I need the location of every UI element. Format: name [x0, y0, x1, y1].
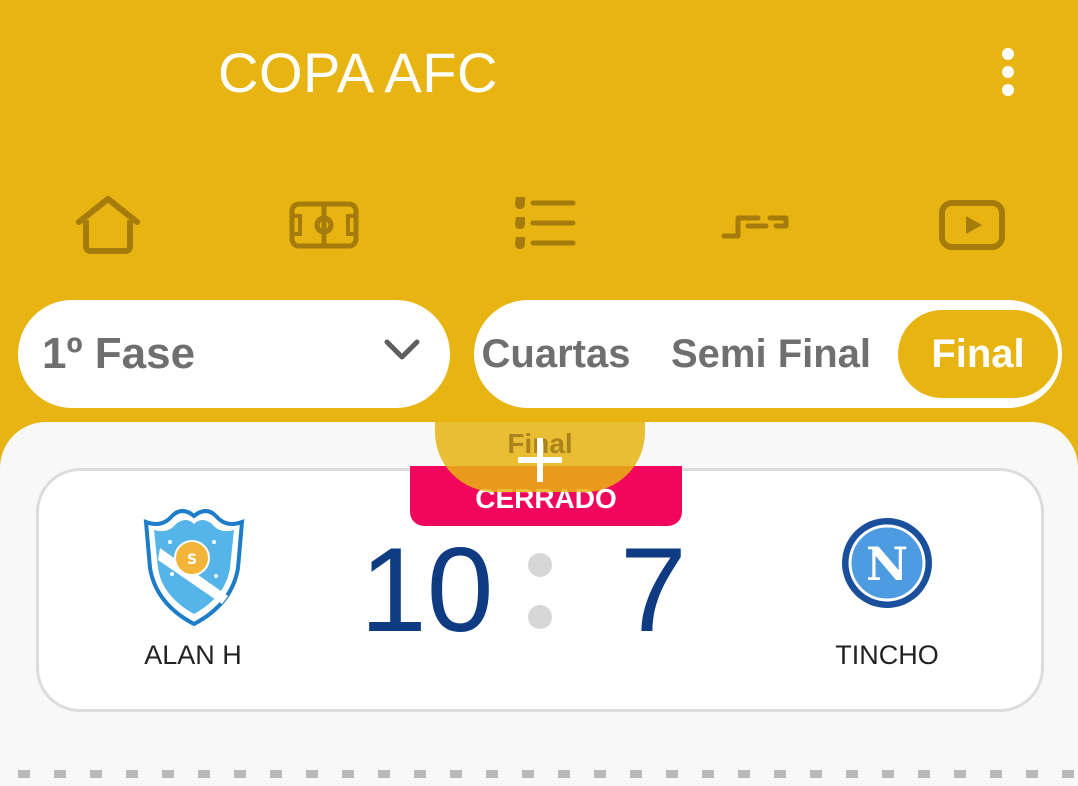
nav-bracket-button[interactable]: [716, 185, 796, 265]
club-crest-icon: S: [143, 509, 245, 626]
app-screen: COPA AFC 1º Fase Cuartas Semi Final Fina…: [0, 0, 1078, 786]
app-title: COPA AFC: [218, 41, 498, 104]
nav-bar: [0, 185, 1078, 265]
plus-icon[interactable]: [516, 436, 564, 484]
more-vertical-icon-dot: [1002, 66, 1014, 78]
home-score: 10: [360, 523, 494, 657]
stage-tabs: Cuartas Semi Final Final: [474, 300, 1062, 408]
ranking-list-icon: [515, 197, 576, 249]
phase-dropdown-value: 1º Fase: [42, 329, 196, 378]
away-score: 7: [620, 523, 687, 657]
svg-text:S: S: [187, 552, 197, 568]
tab-semi-final[interactable]: Semi Final: [666, 300, 876, 408]
home-icon: [76, 196, 140, 254]
phase-dropdown[interactable]: 1º Fase: [18, 300, 450, 408]
away-team-name: TINCHO: [835, 640, 939, 670]
bracket-icon: [721, 215, 789, 239]
tab-cuartas[interactable]: Cuartas: [474, 300, 638, 408]
soccer-field-icon: [289, 201, 359, 249]
nav-videos-button[interactable]: [932, 185, 1012, 265]
more-vertical-icon-dot: [1002, 84, 1014, 96]
svg-text:N: N: [866, 537, 908, 591]
more-vertical-icon: [1002, 48, 1014, 60]
home-team-name: ALAN H: [144, 640, 242, 670]
nav-matches-button[interactable]: [284, 185, 364, 265]
tab-final[interactable]: Final: [898, 310, 1058, 398]
separator-dot: [528, 605, 552, 629]
napoli-crest-icon: N: [842, 518, 932, 608]
separator-dot: [528, 553, 552, 577]
video-play-icon: [939, 200, 1005, 250]
nav-standings-button[interactable]: [502, 185, 582, 265]
more-options-button[interactable]: [988, 42, 1028, 102]
divider: [18, 770, 1078, 778]
chevron-down-icon: [384, 339, 420, 360]
nav-home-button[interactable]: [68, 185, 148, 265]
